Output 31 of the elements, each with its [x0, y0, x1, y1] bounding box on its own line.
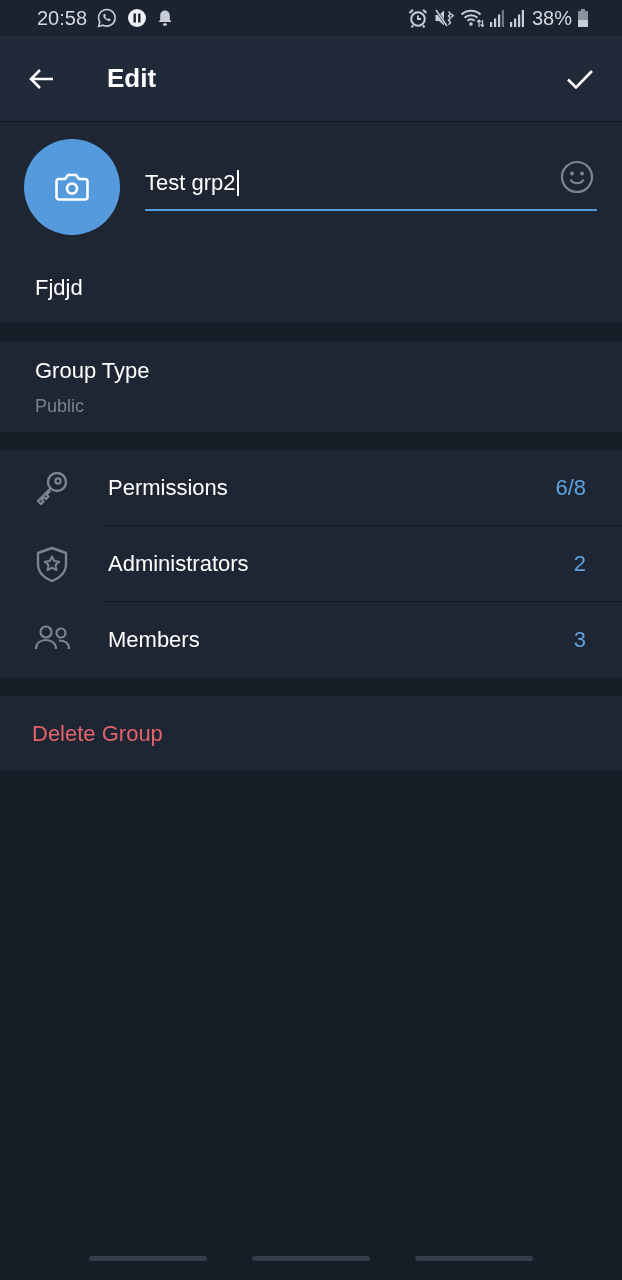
pause-icon	[127, 8, 148, 28]
group-type-item[interactable]: Group Type Public	[0, 342, 622, 432]
battery-icon	[578, 9, 588, 27]
wifi-icon	[459, 8, 484, 28]
settings-label: Members	[108, 627, 200, 653]
group-type-value: Public	[35, 395, 85, 417]
settings-item[interactable]: Members 3	[0, 602, 622, 678]
bell-icon	[157, 9, 174, 27]
signal-icon	[489, 9, 504, 27]
settings-item[interactable]: Administrators 2	[0, 526, 622, 602]
smiley-icon[interactable]	[560, 160, 594, 194]
settings-count: 3	[573, 627, 586, 653]
screen-title: Edit	[107, 63, 158, 94]
camera-icon	[55, 173, 89, 201]
settings-count: 2	[573, 550, 586, 577]
signal-icon	[509, 9, 524, 27]
alarm-clock-icon	[407, 8, 428, 28]
phone-bubble-icon	[97, 8, 118, 28]
status-time: 20:58	[37, 6, 88, 30]
settings-item[interactable]: Permissions 6/8	[0, 450, 622, 526]
battery-percent: 38%	[531, 6, 572, 30]
settings-label: Permissions	[108, 474, 228, 501]
back-arrow-icon	[28, 67, 54, 90]
group-type-label: Group Type	[35, 358, 150, 384]
delete-group-button[interactable]: Delete Group	[0, 696, 622, 771]
text-cursor	[236, 170, 239, 196]
settings-label: Administrators	[108, 550, 249, 577]
group-name-field[interactable]: Test grp2	[145, 161, 597, 211]
muted-speaker-icon	[433, 8, 454, 28]
settings-count: 6/8	[555, 474, 586, 501]
description-field[interactable]: Fjdjd	[0, 275, 118, 301]
